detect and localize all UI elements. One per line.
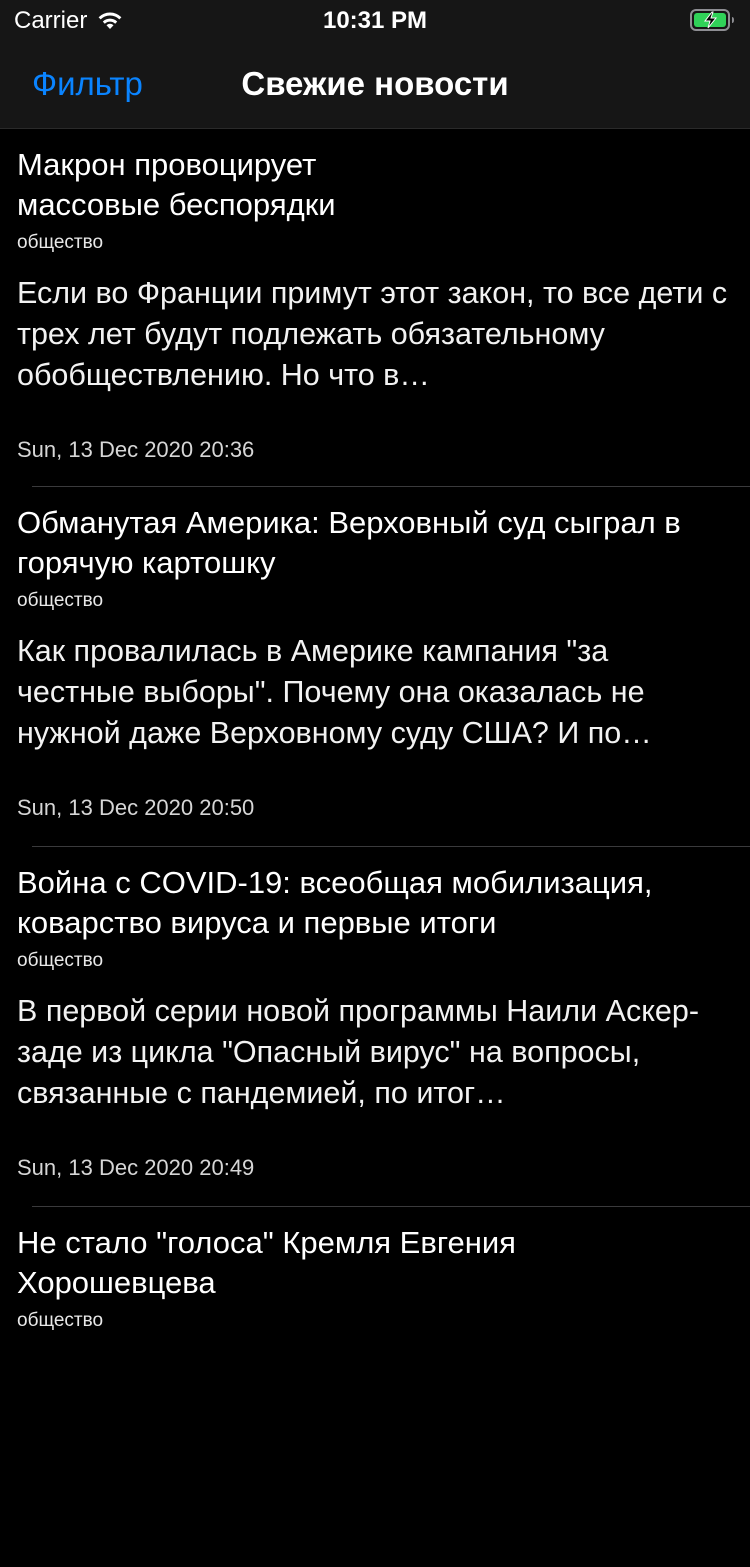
news-category: общество <box>17 232 104 253</box>
news-preview: Если во Франции примут этот закон, то вс… <box>17 276 728 392</box>
news-preview: В первой серии новой программы Наили Аск… <box>17 994 699 1110</box>
news-title: Не стало "голоса" Кремля Евгения Хорошев… <box>17 1225 516 1300</box>
news-item[interactable]: Обманутая Америка: Верховный суд сыграл … <box>0 487 750 847</box>
battery-charging-icon <box>690 9 734 31</box>
news-date: Sun, 13 Dec 2020 20:50 <box>17 795 255 820</box>
news-category: общество <box>17 950 104 971</box>
news-item[interactable]: Не стало "голоса" Кремля Евгения Хорошев… <box>0 1207 750 1567</box>
news-item[interactable]: Макрон провоцирует массовые беспорядки о… <box>0 129 750 487</box>
news-category: общество <box>17 590 104 611</box>
news-title: Обманутая Америка: Верховный суд сыграл … <box>17 505 681 580</box>
status-bar: Carrier 10:31 PM <box>0 0 750 40</box>
news-date: Sun, 13 Dec 2020 20:36 <box>17 437 255 462</box>
status-time: 10:31 PM <box>322 7 428 34</box>
news-item[interactable]: Война с COVID-19: всеобщая мобилизация, … <box>0 847 750 1207</box>
page-title: Свежие новости <box>241 65 509 102</box>
news-title: Макрон провоцирует массовые беспорядки <box>17 147 336 222</box>
news-preview: Как провалилась в Америке кампания "за ч… <box>17 634 652 750</box>
news-title: Война с COVID-19: всеобщая мобилизация, … <box>17 865 653 940</box>
news-list: Макрон провоцирует массовые беспорядки о… <box>0 129 750 1567</box>
news-category: общество <box>17 1310 104 1331</box>
navigation-bar: Фильтр Свежие новости <box>0 40 750 129</box>
news-date: Sun, 13 Dec 2020 20:49 <box>17 1155 255 1180</box>
